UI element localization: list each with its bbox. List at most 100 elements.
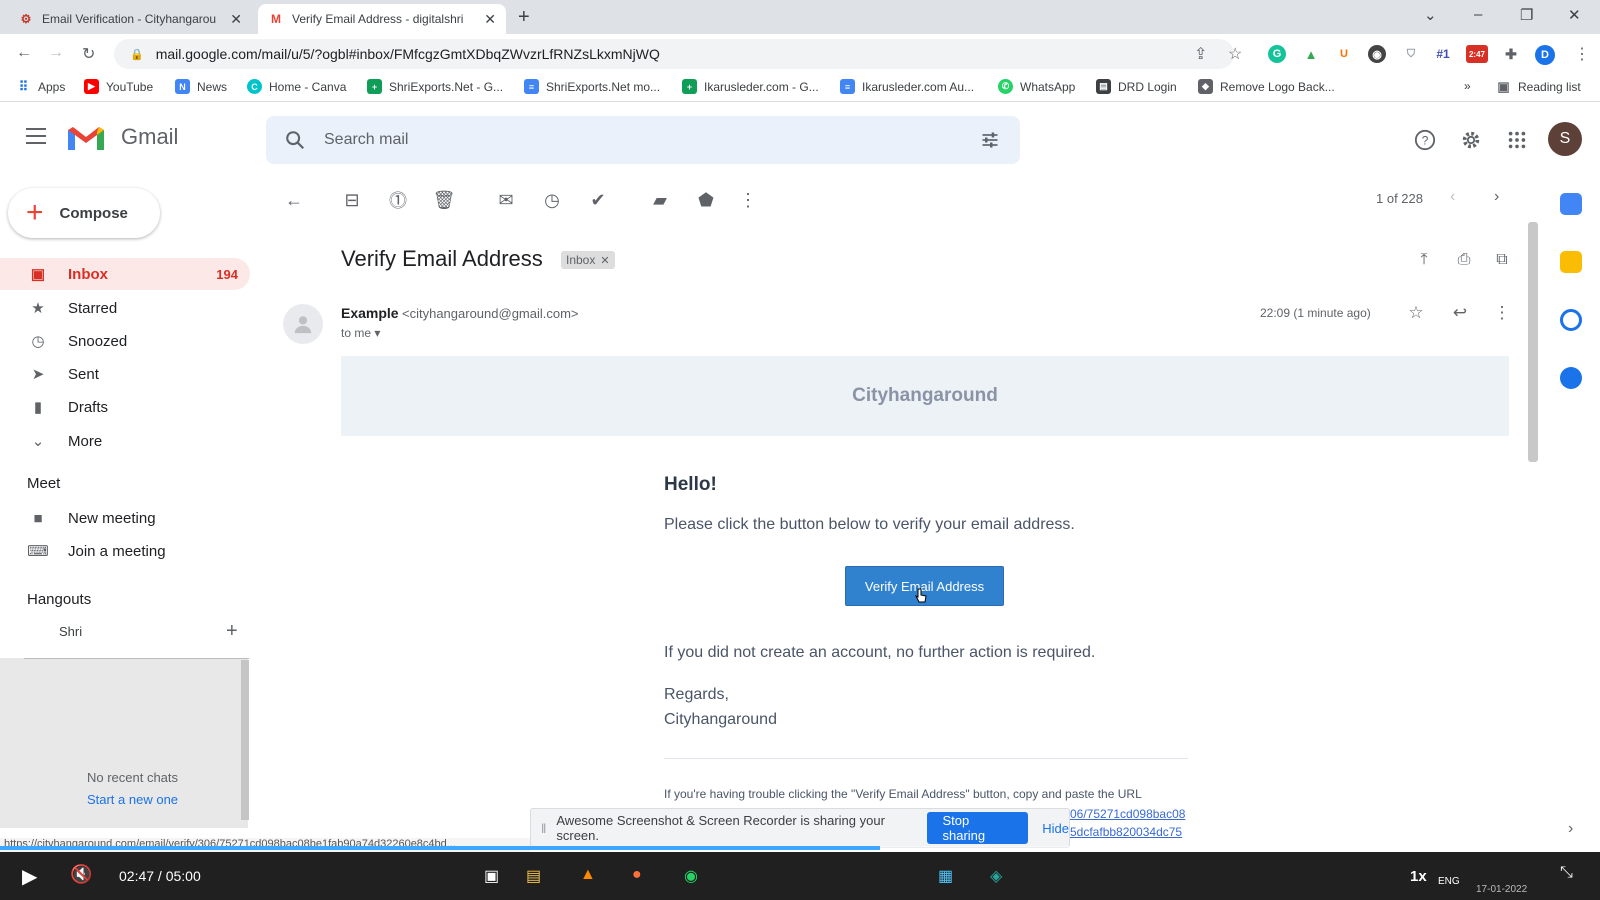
drag-handle-icon[interactable]: ‖ xyxy=(541,821,546,836)
message-more-icon[interactable]: ⋮ xyxy=(1492,303,1512,323)
recorder-extension-icon[interactable]: 2:47 xyxy=(1466,45,1488,63)
close-window-icon[interactable]: ✕ xyxy=(1568,6,1581,24)
exit-fullscreen-icon[interactable]: ⤡ xyxy=(1560,864,1573,882)
bookmark-ikarusleder-sheet[interactable]: + Ikarusleder.com - G... xyxy=(682,79,819,94)
taskbar-vlc-icon[interactable]: ▲ xyxy=(580,866,596,884)
open-in-new-window-icon[interactable]: ⧉ xyxy=(1492,250,1512,270)
search-icon[interactable] xyxy=(284,129,306,151)
google-apps-icon[interactable] xyxy=(1506,129,1528,151)
close-tab-icon[interactable]: ✕ xyxy=(484,11,496,28)
new-tab-button[interactable]: + xyxy=(518,6,530,29)
browser-tab-verify-email[interactable]: M Verify Email Address - digitalshri ✕ xyxy=(258,4,506,34)
back-arrow-icon[interactable]: ← xyxy=(16,44,32,62)
restore-window-icon[interactable]: ❐ xyxy=(1520,6,1533,24)
verify-url-link[interactable]: 5dcfafbb820034dc75 xyxy=(1070,825,1182,839)
newer-chevron-left-icon[interactable]: ‹ xyxy=(1450,188,1455,206)
mark-unread-icon[interactable]: ✉ xyxy=(496,190,516,210)
collapse-all-icon[interactable]: ⤒ xyxy=(1414,250,1434,270)
older-chevron-right-icon[interactable]: › xyxy=(1494,188,1499,206)
bookmark-news[interactable]: N News xyxy=(175,79,227,94)
main-menu-icon[interactable] xyxy=(26,128,46,144)
sidebar-item-inbox[interactable]: ▣ Inbox 194 xyxy=(0,258,250,290)
search-options-icon[interactable] xyxy=(980,130,1000,150)
account-avatar[interactable]: S xyxy=(1548,122,1582,156)
sidebar-item-new-meeting[interactable]: ■ New meeting xyxy=(0,502,250,534)
reload-icon[interactable]: ↻ xyxy=(82,44,95,64)
browser-tab-email-verification[interactable]: ⚙ Email Verification - Cityhangarou ✕ xyxy=(8,4,252,34)
shield-extension-icon[interactable]: ⛉ xyxy=(1402,45,1420,63)
browser-menu-icon[interactable]: ⋮ xyxy=(1574,44,1590,64)
reading-list[interactable]: ▣ Reading list xyxy=(1496,79,1580,94)
hide-sharing-bar-button[interactable]: Hide xyxy=(1042,821,1069,836)
close-tab-icon[interactable]: ✕ xyxy=(230,11,242,28)
snooze-clock-icon[interactable]: ◷ xyxy=(542,190,562,210)
search-input[interactable]: Search mail xyxy=(324,131,408,149)
video-progress-bar[interactable] xyxy=(0,846,1580,850)
hangouts-user[interactable]: Shri xyxy=(59,624,82,639)
tab-search-chevron-icon[interactable]: ⌄ xyxy=(1424,6,1437,24)
dark-extension-icon[interactable]: ◉ xyxy=(1368,45,1386,63)
ublock-extension-icon[interactable]: U xyxy=(1335,45,1353,63)
drive-extension-icon[interactable]: ▲ xyxy=(1302,45,1320,63)
play-icon[interactable]: ▶ xyxy=(22,864,37,889)
sidebar-item-drafts[interactable]: ▮ Drafts xyxy=(0,391,250,423)
taskbar-app-icon[interactable]: ◈ xyxy=(990,866,1002,886)
bookmark-apps[interactable]: ⠿ Apps xyxy=(16,79,66,94)
sidebar-item-join-meeting[interactable]: ⌨ Join a meeting xyxy=(0,535,250,567)
start-new-chat-link[interactable]: Start a new one xyxy=(0,792,265,807)
inbox-label-chip[interactable]: Inbox ✕ xyxy=(561,251,615,269)
address-bar[interactable]: 🔒 mail.google.com/mail/u/5/?ogbl#inbox/F… xyxy=(114,39,1234,69)
bookmark-canva[interactable]: C Home - Canva xyxy=(247,79,346,94)
sidebar-item-more[interactable]: ⌄ More xyxy=(0,425,250,457)
expand-side-panel-icon[interactable]: › xyxy=(1568,820,1573,838)
sidebar-item-sent[interactable]: ➤ Sent xyxy=(0,358,250,390)
taskbar-photos-icon[interactable]: ▦ xyxy=(938,866,953,886)
remove-label-icon[interactable]: ✕ xyxy=(600,254,609,267)
back-to-inbox-icon[interactable]: ← xyxy=(284,190,304,210)
hashtag-extension-icon[interactable]: #1 xyxy=(1434,45,1452,63)
bookmark-drd-login[interactable]: ▤ DRD Login xyxy=(1096,79,1177,94)
calendar-addon-icon[interactable] xyxy=(1560,193,1582,215)
browser-profile-avatar[interactable]: D xyxy=(1535,45,1555,65)
message-scrollbar[interactable] xyxy=(1528,222,1538,462)
sidebar-item-starred[interactable]: ★ Starred xyxy=(0,292,250,324)
taskbar-explorer-icon[interactable]: ▤ xyxy=(526,866,541,886)
reply-icon[interactable]: ↩ xyxy=(1450,303,1470,323)
grammarly-extension-icon[interactable]: G xyxy=(1268,45,1286,63)
bookmark-remove-logo[interactable]: ◆ Remove Logo Back... xyxy=(1198,79,1335,94)
taskbar-firefox-icon[interactable]: ● xyxy=(632,866,642,884)
move-to-folder-icon[interactable]: ▰ xyxy=(650,190,670,210)
more-options-icon[interactable]: ⋮ xyxy=(738,190,758,210)
keep-addon-icon[interactable] xyxy=(1560,251,1582,273)
minimize-window-icon[interactable]: – xyxy=(1474,6,1482,23)
add-hangout-icon[interactable]: + xyxy=(226,620,238,643)
bookmark-youtube[interactable]: ▶ YouTube xyxy=(84,79,153,94)
stop-sharing-button[interactable]: Stop sharing xyxy=(926,812,1029,844)
extensions-puzzle-icon[interactable]: ✚ xyxy=(1502,45,1520,63)
compose-button[interactable]: + Compose xyxy=(8,188,160,238)
label-tag-icon[interactable]: ⬟ xyxy=(696,190,716,210)
print-icon[interactable]: ⎙ xyxy=(1454,250,1474,270)
sidebar-item-snoozed[interactable]: ◷ Snoozed xyxy=(0,325,250,357)
search-mail-bar[interactable]: Search mail xyxy=(266,116,1020,164)
help-icon[interactable]: ? xyxy=(1414,129,1436,151)
bookmark-star-icon[interactable]: ☆ xyxy=(1228,44,1242,64)
settings-gear-icon[interactable] xyxy=(1460,129,1482,151)
forward-arrow-icon[interactable]: → xyxy=(48,44,64,62)
bookmark-ikarusleder-doc[interactable]: ≡ Ikarusleder.com Au... xyxy=(840,79,974,94)
contacts-addon-icon[interactable] xyxy=(1560,367,1582,389)
archive-icon[interactable]: ⊟ xyxy=(342,190,362,210)
verify-url-link[interactable]: 06/75271cd098bac08 xyxy=(1070,807,1185,821)
volume-muted-icon[interactable]: 🔇 xyxy=(70,864,92,885)
bookmark-whatsapp[interactable]: ✆ WhatsApp xyxy=(998,79,1075,94)
bookmarks-overflow-icon[interactable]: » xyxy=(1464,79,1471,93)
add-to-tasks-icon[interactable]: ✔ xyxy=(588,190,608,210)
taskbar-whatsapp-icon[interactable]: ◉ xyxy=(684,866,698,886)
tasks-addon-icon[interactable] xyxy=(1560,309,1582,331)
report-spam-icon[interactable]: ⓵ xyxy=(388,190,408,211)
bookmark-shriexports-doc[interactable]: ≡ ShriExports.Net mo... xyxy=(524,79,660,94)
delete-trash-icon[interactable]: 🗑 xyxy=(433,190,456,210)
recipient-details[interactable]: to me ▾ xyxy=(341,326,380,340)
playback-speed[interactable]: 1x xyxy=(1410,868,1427,885)
share-icon[interactable]: ⇪ xyxy=(1194,44,1207,64)
